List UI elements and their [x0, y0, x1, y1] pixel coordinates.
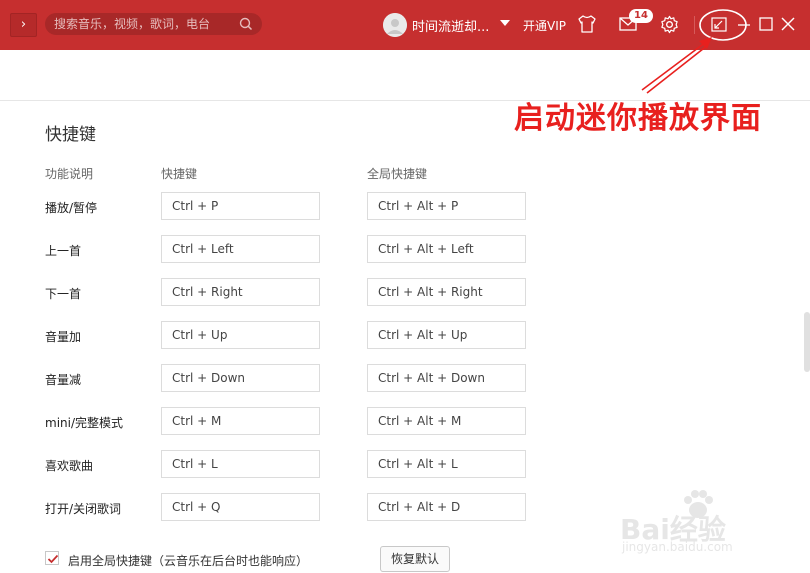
mail-count-badge: 14 [629, 9, 653, 23]
open-vip-button[interactable]: 开通VIP [523, 17, 566, 34]
scrollbar-thumb[interactable] [804, 312, 810, 372]
close-icon[interactable] [781, 17, 795, 31]
row-label: 音量减 [45, 373, 82, 387]
search-box[interactable] [45, 13, 262, 35]
global-shortcut-field[interactable]: Ctrl + Alt + M [367, 407, 526, 435]
restore-defaults-button[interactable]: 恢复默认 [380, 546, 450, 572]
row-label: 上一首 [45, 244, 82, 258]
row-label: mini/完整模式 [45, 416, 124, 430]
row-label: 喜欢歌曲 [45, 459, 94, 473]
section-title: 快捷键 [45, 125, 96, 145]
skin-tshirt-icon[interactable] [577, 15, 597, 33]
maximize-icon[interactable] [759, 17, 773, 31]
shortcut-field[interactable]: Ctrl + Up [161, 321, 320, 349]
shortcut-field[interactable]: Ctrl + P [161, 192, 320, 220]
row-label: 下一首 [45, 287, 82, 301]
account-dropdown-icon[interactable] [500, 20, 510, 26]
watermark-url: jingyan.baidu.com [622, 540, 733, 554]
watermark: Bai经验 jingyan.baidu.com [620, 490, 780, 560]
checkmark-icon [47, 554, 59, 564]
forward-button[interactable]: › [10, 13, 37, 37]
shortcut-field[interactable]: Ctrl + Left [161, 235, 320, 263]
gear-icon[interactable] [660, 15, 679, 34]
shortcut-field[interactable]: Ctrl + M [161, 407, 320, 435]
column-header-shortcut: 快捷键 [161, 167, 198, 181]
global-shortcut-field[interactable]: Ctrl + Alt + D [367, 493, 526, 521]
shortcut-field[interactable]: Ctrl + Q [161, 493, 320, 521]
column-header-function: 功能说明 [45, 167, 94, 181]
shortcut-field[interactable]: Ctrl + Right [161, 278, 320, 306]
avatar[interactable] [383, 13, 407, 37]
column-header-global: 全局快捷键 [367, 167, 428, 181]
global-shortcut-field[interactable]: Ctrl + Alt + Right [367, 278, 526, 306]
top-bar: › 时间流逝却... 开通VIP 14 [0, 0, 810, 50]
global-shortcut-field[interactable]: Ctrl + Alt + L [367, 450, 526, 478]
row-label: 播放/暂停 [45, 201, 98, 215]
toolbar-divider [694, 16, 695, 34]
shortcut-field[interactable]: Ctrl + L [161, 450, 320, 478]
minimize-icon[interactable] [737, 23, 751, 27]
row-label: 音量加 [45, 330, 82, 344]
global-shortcut-field[interactable]: Ctrl + Alt + P [367, 192, 526, 220]
global-shortcut-field[interactable]: Ctrl + Alt + Up [367, 321, 526, 349]
enable-global-label[interactable]: 启用全局快捷键（云音乐在后台时也能响应） [68, 552, 308, 569]
global-shortcut-field[interactable]: Ctrl + Alt + Down [367, 364, 526, 392]
search-icon[interactable] [238, 16, 254, 32]
search-input[interactable] [54, 13, 234, 35]
enable-global-checkbox[interactable] [45, 551, 59, 565]
username[interactable]: 时间流逝却... [412, 16, 489, 35]
shortcut-field[interactable]: Ctrl + Down [161, 364, 320, 392]
row-label: 打开/关闭歌词 [45, 502, 122, 516]
global-shortcut-field[interactable]: Ctrl + Alt + Left [367, 235, 526, 263]
mini-mode-icon[interactable] [711, 17, 727, 32]
annotation-text: 启动迷你播放界面 [514, 101, 762, 136]
